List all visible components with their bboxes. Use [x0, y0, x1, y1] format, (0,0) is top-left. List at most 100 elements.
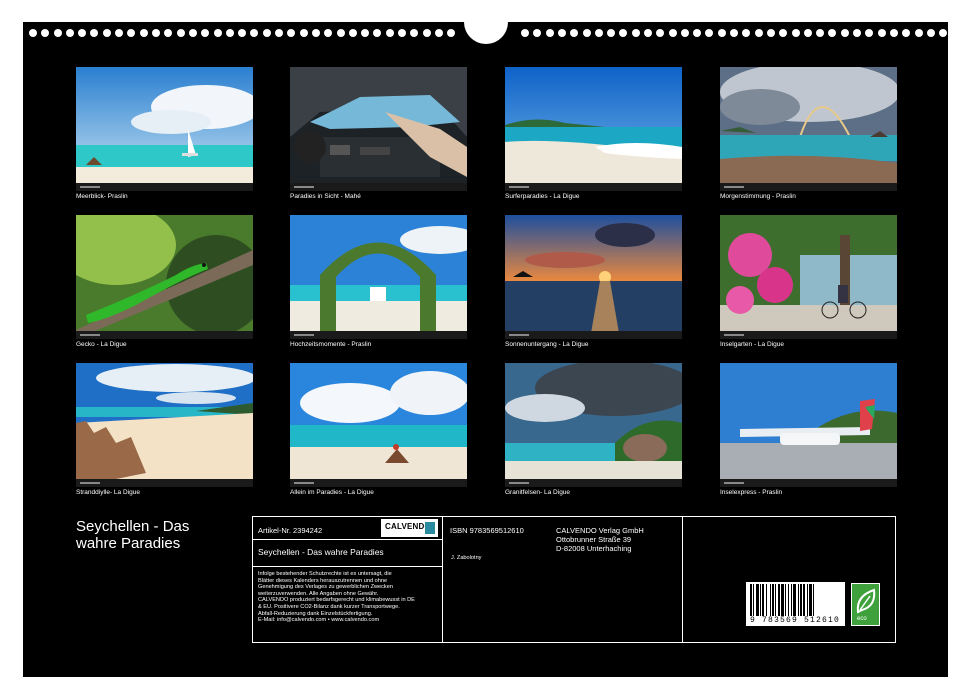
binding-hole — [718, 29, 726, 37]
publisher-line: D-82008 Unterhaching — [556, 544, 632, 553]
binding-hole — [349, 29, 357, 37]
binding-hole — [755, 29, 763, 37]
barcode-bar — [750, 584, 752, 616]
legal-line: & EU. Positivere CO2-Bilanz dank kurzer … — [258, 603, 400, 610]
barcode-number: 9 783569 512610 — [750, 616, 841, 625]
binding-hole — [804, 29, 812, 37]
barcode-bar — [785, 584, 786, 616]
binding-hole — [90, 29, 98, 37]
barcode-bars — [750, 584, 814, 616]
binding-hole — [705, 29, 713, 37]
photo-thumbnail — [76, 67, 253, 191]
isbn: ISBN 9783569512610 — [450, 526, 524, 535]
photo-caption: Hochzeitsmomente - Praslin — [290, 341, 372, 348]
subtitle-text: Seychellen - Das wahre Paradies — [258, 547, 384, 557]
barcode-bar — [813, 584, 814, 616]
binding-hole — [300, 29, 308, 37]
photo-thumbnail — [290, 67, 467, 191]
photo-caption: Paradies in Sicht - Mahé — [290, 193, 361, 200]
barcode-bar — [788, 584, 789, 616]
barcode-bar — [807, 584, 808, 616]
photo-thumbnail — [720, 67, 897, 191]
barcode-bar — [793, 584, 796, 616]
barcode-bar — [753, 584, 754, 616]
calendar-title: Seychellen - Das wahre Paradies — [76, 518, 189, 552]
barcode-bar — [798, 584, 799, 616]
barcode-bar — [760, 584, 761, 616]
binding-hole — [644, 29, 652, 37]
binding-hole — [816, 29, 824, 37]
barcode-bar — [770, 584, 771, 616]
legal-text: Infolge bestehender Schutzrechte ist es … — [258, 571, 442, 624]
binding-hole — [915, 29, 923, 37]
binding-hole — [792, 29, 800, 37]
binding-hole — [853, 29, 861, 37]
binding-hole — [189, 29, 197, 37]
binding-hole — [312, 29, 320, 37]
binding-hole — [841, 29, 849, 37]
binding-hole — [103, 29, 111, 37]
binding-hole — [324, 29, 332, 37]
binding-hole — [373, 29, 381, 37]
barcode-bar — [775, 584, 776, 616]
photo-thumbnail — [505, 215, 682, 339]
binding-hole — [902, 29, 910, 37]
binding-hole — [878, 29, 886, 37]
binding-hole — [361, 29, 369, 37]
photo-thumbnail — [720, 363, 897, 487]
binding-hole — [927, 29, 935, 37]
binding-hole — [583, 29, 591, 37]
binding-hole — [78, 29, 86, 37]
binding-hole — [66, 29, 74, 37]
barcode-bar — [781, 584, 784, 616]
photo-thumbnail — [720, 215, 897, 339]
leaf-icon — [856, 588, 876, 614]
barcode-bar — [762, 584, 764, 616]
legal-line: Infolge bestehender Schutzrechte ist es … — [258, 571, 392, 577]
binding-hole — [238, 29, 246, 37]
binding-hole — [152, 29, 160, 37]
binding-hole — [287, 29, 295, 37]
binding-hole — [226, 29, 234, 37]
photo-thumbnail — [505, 363, 682, 487]
photo-caption: Inselexpress - Praslin — [720, 489, 783, 496]
publisher-line: CALVENDO Verlag GmbH — [556, 526, 644, 535]
photo-caption: Inselgarten - La Digue — [720, 341, 784, 348]
binding-hole — [533, 29, 541, 37]
binding-hole — [779, 29, 787, 37]
author-name: J. Zabolotny — [451, 555, 482, 561]
calvendo-logo: CALVENDO — [381, 519, 438, 537]
photo-caption: Allein im Paradies - La Digue — [290, 489, 374, 496]
calendar-title-line1: Seychellen - Das — [76, 518, 190, 535]
photo-caption: Meerblick- Praslin — [76, 193, 128, 200]
binding-hole — [890, 29, 898, 37]
binding-hole — [656, 29, 664, 37]
binding-hole — [767, 29, 775, 37]
binding-hole — [398, 29, 406, 37]
legal-line: E-Mail: info@calvendo.com • www.calvendo… — [258, 617, 380, 624]
photo-thumbnail — [76, 215, 253, 339]
photo-caption: Morgenstimmung - Praslin — [720, 193, 796, 200]
binding-hole — [423, 29, 431, 37]
binding-hole — [214, 29, 222, 37]
photo-thumbnail — [76, 363, 253, 487]
binding-hole — [546, 29, 554, 37]
binding-hole — [595, 29, 603, 37]
calendar-title-line2: wahre Paradies — [76, 535, 181, 552]
legal-line: Blätter dieses Kalenders herauszutrennen… — [258, 577, 388, 584]
publisher-line: Ottobrunner Straße 39 — [556, 535, 632, 544]
barcode-bar — [803, 584, 805, 616]
barcode-bar — [756, 584, 759, 616]
photo-caption: Surferparadies - La Digue — [505, 193, 580, 200]
photo-thumbnail — [290, 363, 467, 487]
binding-hole — [115, 29, 123, 37]
binding-hole — [127, 29, 135, 37]
binding-hole — [54, 29, 62, 37]
binding-hole — [558, 29, 566, 37]
barcode-bar — [772, 584, 774, 616]
eco-label: eco — [857, 616, 867, 622]
binding-hole — [570, 29, 578, 37]
barcode-bar — [791, 584, 792, 616]
binding-hole — [140, 29, 148, 37]
legal-line: Genehmigung des Verlages zu gewerblichen… — [258, 584, 393, 591]
